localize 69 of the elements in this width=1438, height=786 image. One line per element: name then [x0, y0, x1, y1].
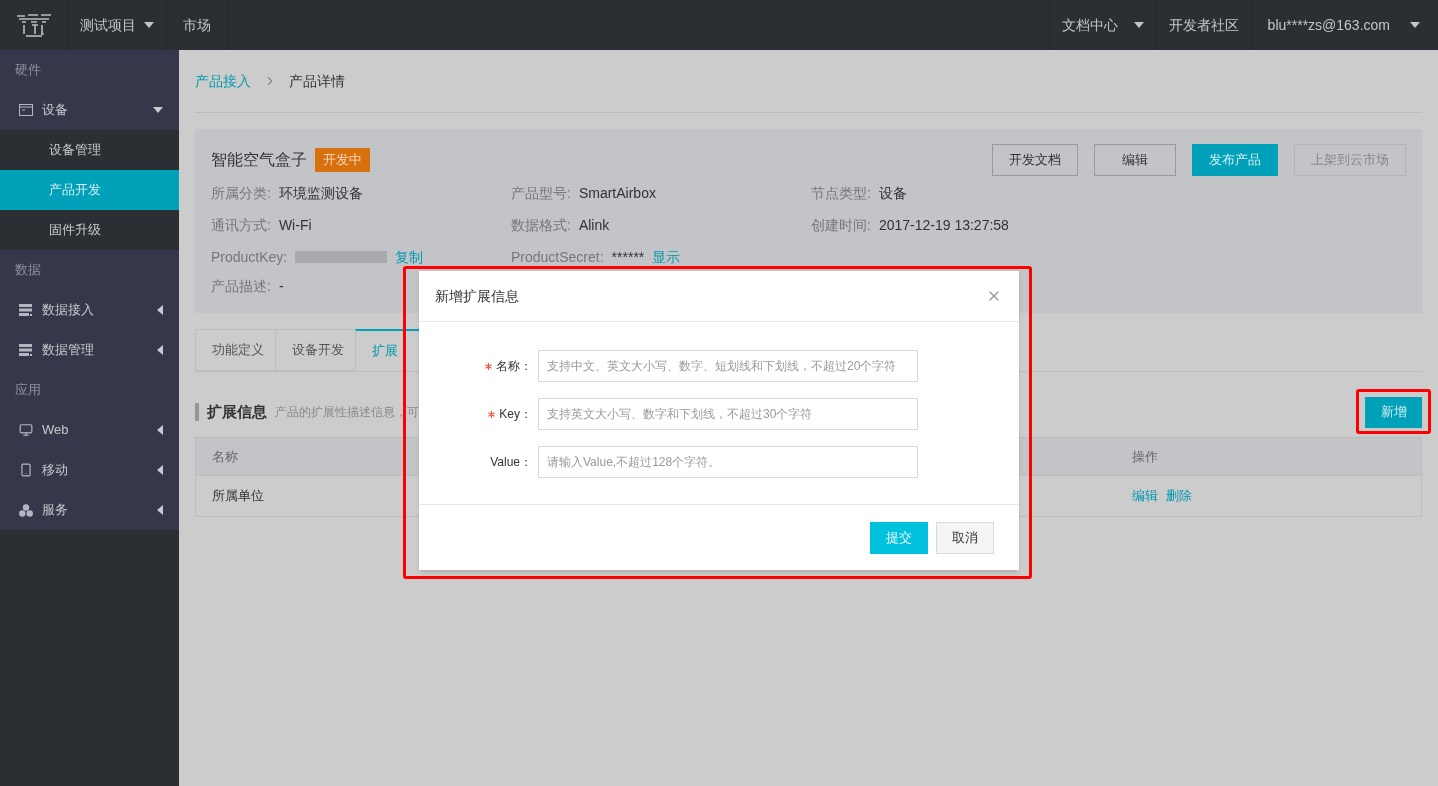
dialog-title: 新增扩展信息 — [435, 286, 520, 306]
caret-icon — [144, 22, 154, 28]
sidebar-heading: 应用 — [15, 381, 41, 400]
field-label: 数据格式: — [511, 217, 571, 232]
tab[interactable]: 功能定义 — [195, 329, 276, 371]
required-icon — [485, 362, 492, 370]
field-label: 通讯方式: — [211, 217, 271, 232]
field-label: Key： — [499, 406, 532, 423]
sidebar-item[interactable]: 数据管理 — [0, 330, 179, 370]
field-value: 设备 — [878, 185, 907, 200]
field-value: ****** — [611, 249, 645, 264]
monitor-icon — [19, 423, 33, 437]
field-label: ProductKey: — [211, 249, 288, 264]
field-value: SmartAirbox — [578, 185, 656, 200]
field-label: 产品型号: — [511, 185, 571, 200]
sidebar-subitem[interactable]: 设备管理 — [0, 130, 179, 170]
section-description: 产品的扩展性描述信息，可 — [275, 404, 419, 421]
caret-icon — [157, 465, 163, 475]
field-value: Alink — [578, 217, 610, 232]
action-button[interactable]: 开发文档 — [992, 144, 1078, 176]
server-icon — [19, 344, 33, 356]
cancel-button[interactable]: 取消 — [936, 521, 994, 554]
sidebar-item[interactable]: 设备 — [0, 90, 179, 130]
sidebar-item[interactable]: 移动 — [0, 450, 179, 490]
nav-menu[interactable]: 开发者社区 — [1155, 0, 1251, 50]
input-field[interactable]: 请输入Value,不超过128个字符。 — [538, 446, 918, 478]
nav-menu[interactable]: 文档中心 — [1048, 0, 1156, 50]
caret-icon — [153, 107, 163, 113]
field-value: 环境监测设备 — [278, 185, 363, 200]
window-icon — [19, 104, 33, 116]
tab[interactable]: 设备开发 — [275, 329, 356, 371]
product-title: 智能空气盒子 — [211, 150, 307, 170]
sidebar-subitem[interactable]: 固件升级 — [0, 210, 179, 250]
sidebar-item[interactable]: Web — [0, 410, 179, 450]
field-value: 2017-12-19 13:27:58 — [878, 217, 1009, 232]
caret-icon — [1410, 22, 1420, 28]
field-label: 创建时间: — [811, 217, 871, 232]
column-header: 名称 — [212, 448, 238, 464]
field-label: ProductSecret: — [511, 249, 604, 264]
caret-icon — [157, 305, 163, 315]
field-label: 名称： — [496, 358, 532, 375]
server-icon — [19, 304, 33, 316]
caret-icon — [157, 505, 163, 515]
field-label: Value： — [490, 454, 532, 471]
description-text: - — [278, 279, 284, 293]
sidebar-item[interactable]: 数据接入 — [0, 290, 179, 330]
logo-icon — [14, 11, 53, 39]
required-icon — [488, 410, 496, 418]
nav-menu[interactable]: blu****zs@163.com — [1250, 0, 1432, 50]
phone-icon — [19, 463, 33, 477]
field-value: Wi-Fi — [278, 217, 312, 232]
action-button[interactable]: 编辑 — [1094, 144, 1176, 176]
cluster-icon — [19, 503, 33, 517]
sidebar-item[interactable]: 服务 — [0, 490, 179, 530]
section-title: 扩展信息 — [207, 401, 267, 422]
caret-icon — [1133, 22, 1144, 28]
sidebar-heading: 硬件 — [15, 61, 41, 80]
breadcrumb-current: 产品详情 — [289, 71, 345, 91]
column-header: 操作 — [1132, 447, 1158, 466]
field-label: 节点类型: — [811, 185, 871, 200]
caret-icon — [157, 345, 163, 355]
input-field[interactable]: 支持英文大小写、数字和下划线，不超过30个字符 — [538, 398, 918, 430]
description-label: 产品描述: — [211, 279, 271, 293]
status-badge: 开发中 — [315, 148, 370, 172]
sidebar-heading: 数据 — [15, 261, 41, 280]
input-field[interactable]: 支持中文、英文大小写、数字、短划线和下划线，不超过20个字符 — [538, 350, 918, 382]
field-label: 所属分类: — [211, 185, 271, 200]
table-cell: 所属单位 — [212, 488, 264, 504]
caret-icon — [157, 425, 163, 435]
